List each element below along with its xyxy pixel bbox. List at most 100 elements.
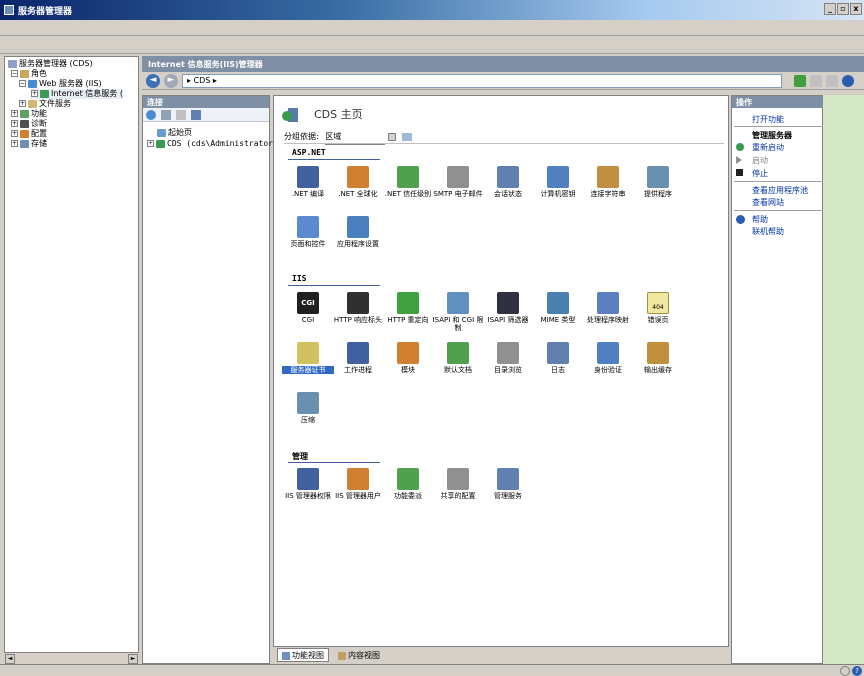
connect-icon[interactable] — [146, 110, 156, 120]
connection-start-page[interactable]: 起始页 — [157, 128, 192, 138]
view-app-pools-link[interactable]: 查看应用程序池 — [752, 185, 808, 196]
connection-cds[interactable]: + CDS (cds\Administrator) — [147, 139, 278, 149]
online-help-link[interactable]: 联机帮助 — [752, 226, 784, 237]
feature-server-certificates[interactable]: 服务器证书 — [282, 342, 334, 374]
tree-item-label: 文件服务 — [39, 99, 71, 108]
feature-label: HTTP 响应标头 — [333, 316, 383, 324]
window-controls: _ ▫ x — [824, 3, 862, 15]
feature-pages-controls[interactable]: 页面和控件 — [282, 216, 334, 248]
home-icon[interactable] — [826, 75, 838, 87]
feature-default-document[interactable]: 默认文档 — [432, 342, 484, 374]
iis-manager-permissions-icon — [297, 468, 319, 490]
net-globalization-icon — [347, 166, 369, 188]
tab-features-view[interactable]: 功能视图 — [277, 648, 329, 662]
feature-smtp-email[interactable]: SMTP 电子邮件 — [432, 166, 484, 198]
collapse-icon[interactable]: − — [19, 80, 26, 87]
feature-cgi[interactable]: CGI CGI — [282, 292, 334, 324]
maximize-button[interactable]: ▫ — [837, 3, 849, 15]
features-icon — [20, 109, 29, 118]
feature-http-redirect[interactable]: HTTP 重定向 — [382, 292, 434, 324]
feature-label: .NET 全球化 — [338, 190, 378, 198]
feature-error-pages[interactable]: 404 错误页 — [632, 292, 684, 324]
expand-icon[interactable]: + — [11, 110, 18, 117]
feature-worker-processes[interactable]: 工作进程 — [332, 342, 384, 374]
feature-isapi-filters[interactable]: ISAPI 筛选器 — [482, 292, 534, 324]
tree-root[interactable]: 服务器管理器 (CDS) — [8, 59, 93, 69]
expand-icon[interactable]: + — [147, 140, 154, 147]
tree-item-web-server[interactable]: − Web 服务器 (IIS) — [19, 79, 102, 89]
scroll-right-icon[interactable]: ► — [128, 654, 138, 664]
feature-session-state[interactable]: 会话状态 — [482, 166, 534, 198]
back-button[interactable]: ◄ — [146, 74, 160, 88]
address-path[interactable]: ▸ CDS ▸ — [182, 74, 782, 88]
feature-label: CGI — [301, 316, 315, 324]
refresh-icon[interactable] — [191, 110, 201, 120]
error-pages-icon: 404 — [647, 292, 669, 314]
feature-net-trust[interactable]: .NET 信任级别 — [382, 166, 434, 198]
feature-net-compile[interactable]: .NET 编译 — [282, 166, 334, 198]
feature-label: 压缩 — [301, 416, 315, 424]
feature-mime-types[interactable]: MIME 类型 — [532, 292, 584, 324]
tree-item-configuration[interactable]: + 配置 — [11, 129, 47, 139]
feature-feature-delegation[interactable]: 功能委派 — [382, 468, 434, 500]
tree-item-iis[interactable]: + Internet 信息服务 ( — [31, 89, 123, 99]
page-title: CDS 主页 — [314, 108, 363, 121]
server-icon — [156, 139, 165, 148]
feature-connection-strings[interactable]: 连接字符串 — [582, 166, 634, 198]
feature-shared-config[interactable]: 共享的配置 — [432, 468, 484, 500]
collapse-icon[interactable]: − — [11, 70, 18, 77]
connect-icon[interactable] — [794, 75, 806, 87]
close-button[interactable]: x — [850, 3, 862, 15]
expand-icon[interactable]: + — [11, 130, 18, 137]
tree-item-storage[interactable]: + 存储 — [11, 139, 47, 149]
tree-item-roles[interactable]: − 角色 — [11, 69, 47, 79]
tree-item-features[interactable]: + 功能 — [11, 109, 47, 119]
feature-output-caching[interactable]: 输出缓存 — [632, 342, 684, 374]
features-view: CDS 主页 分组依据: 区域 ASP.NET .NET 编译 .NET 全球化.… — [273, 95, 729, 647]
help-link[interactable]: 帮助 — [752, 214, 768, 225]
feature-label: IIS 管理器用户 — [335, 492, 381, 500]
feature-management-service[interactable]: 管理服务 — [482, 468, 534, 500]
scroll-left-icon[interactable]: ◄ — [5, 654, 15, 664]
help-icon[interactable] — [842, 75, 854, 87]
expand-icon[interactable]: + — [11, 140, 18, 147]
feature-providers[interactable]: 提供程序 — [632, 166, 684, 198]
stop-link[interactable]: 停止 — [752, 168, 768, 179]
feature-authentication[interactable]: 身份验证 — [582, 342, 634, 374]
expand-icon[interactable]: + — [19, 100, 26, 107]
save-icon[interactable] — [161, 110, 171, 120]
expand-icon[interactable]: + — [31, 90, 38, 97]
expand-icon[interactable]: + — [11, 120, 18, 127]
storage-icon — [20, 139, 29, 148]
tree-item-file-services[interactable]: + 文件服务 — [19, 99, 71, 109]
feature-compression[interactable]: 压缩 — [282, 392, 334, 424]
forward-button[interactable]: ► — [164, 74, 178, 88]
feature-label: 连接字符串 — [590, 190, 626, 198]
stop-icon[interactable] — [810, 75, 822, 87]
feature-handler-mappings[interactable]: 处理程序映射 — [582, 292, 634, 324]
session-state-icon — [497, 166, 519, 188]
feature-app-settings[interactable]: 应用程序设置 — [332, 216, 384, 248]
restart-link[interactable]: 重新启动 — [752, 142, 784, 153]
feature-iis-manager-permissions[interactable]: IIS 管理器权限 — [282, 468, 334, 500]
feature-iis-manager-users[interactable]: IIS 管理器用户 — [332, 468, 384, 500]
tree-horizontal-scrollbar[interactable]: ◄ ► — [4, 652, 139, 664]
feature-net-globalization[interactable]: .NET 全球化 — [332, 166, 384, 198]
tab-content-view[interactable]: 内容视图 — [333, 648, 385, 662]
tree-item-diagnostics[interactable]: + 诊断 — [11, 119, 47, 129]
feature-directory-browsing[interactable]: 目录浏览 — [482, 342, 534, 374]
up-icon[interactable] — [176, 110, 186, 120]
group-by-select[interactable]: 区域 — [325, 130, 386, 145]
open-feature-link[interactable]: 打开功能 — [752, 114, 784, 125]
feature-http-headers[interactable]: HTTP 响应标头 — [332, 292, 384, 324]
minimize-button[interactable]: _ — [824, 3, 836, 15]
view-mode-icon[interactable] — [402, 132, 413, 141]
chevron-down-icon[interactable] — [387, 132, 396, 141]
feature-modules[interactable]: 模块 — [382, 342, 434, 374]
help-icon[interactable]: ? — [852, 666, 862, 676]
feature-machine-key[interactable]: 计算机密钥 — [532, 166, 584, 198]
view-sites-link[interactable]: 查看网站 — [752, 197, 784, 208]
feature-logging[interactable]: 日志 — [532, 342, 584, 374]
feature-isapi-cgi[interactable]: ISAPI 和 CGI 限制 — [432, 292, 484, 332]
server-manager-icon — [4, 5, 14, 15]
